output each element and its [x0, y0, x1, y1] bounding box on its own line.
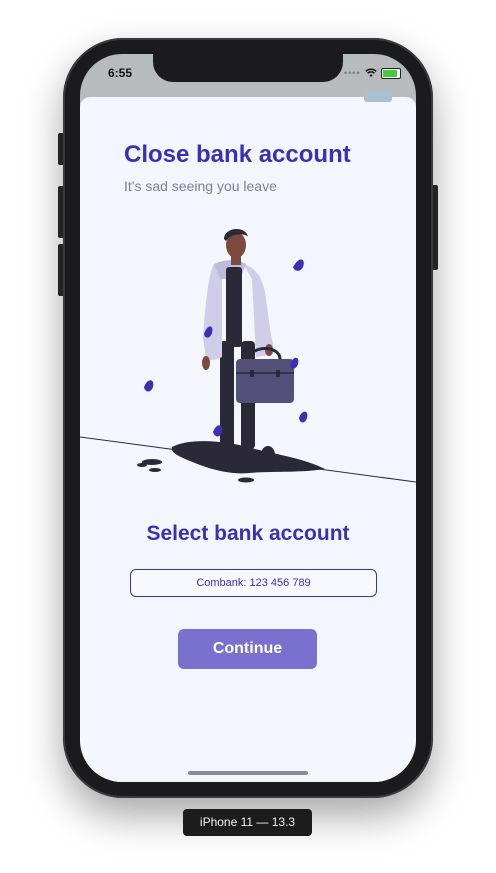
home-indicator[interactable] — [188, 771, 308, 775]
simulator-device-label: iPhone 11 — 13.3 — [183, 809, 312, 836]
status-icons: •••• — [344, 66, 401, 80]
sheet-behind-handle — [364, 90, 392, 102]
close-account-sheet: Close bank account It's sad seeing you l… — [80, 97, 416, 782]
page-title: Close bank account — [124, 141, 351, 168]
battery-charging-icon — [380, 67, 401, 79]
bank-account-select[interactable]: Combank: 123 456 789 — [130, 569, 377, 597]
notch — [153, 54, 343, 82]
page-subtitle: It's sad seeing you leave — [124, 178, 277, 194]
continue-button[interactable]: Continue — [178, 629, 317, 669]
wifi-icon — [364, 68, 377, 77]
status-time: 6:55 — [108, 66, 133, 80]
man-with-briefcase-illustration — [80, 228, 416, 483]
cellular-dots-icon: •••• — [344, 68, 361, 78]
select-account-heading: Select bank account — [146, 522, 350, 545]
simulator-stage: 6:55 •••• Close bank account It's sad se… — [0, 0, 496, 873]
